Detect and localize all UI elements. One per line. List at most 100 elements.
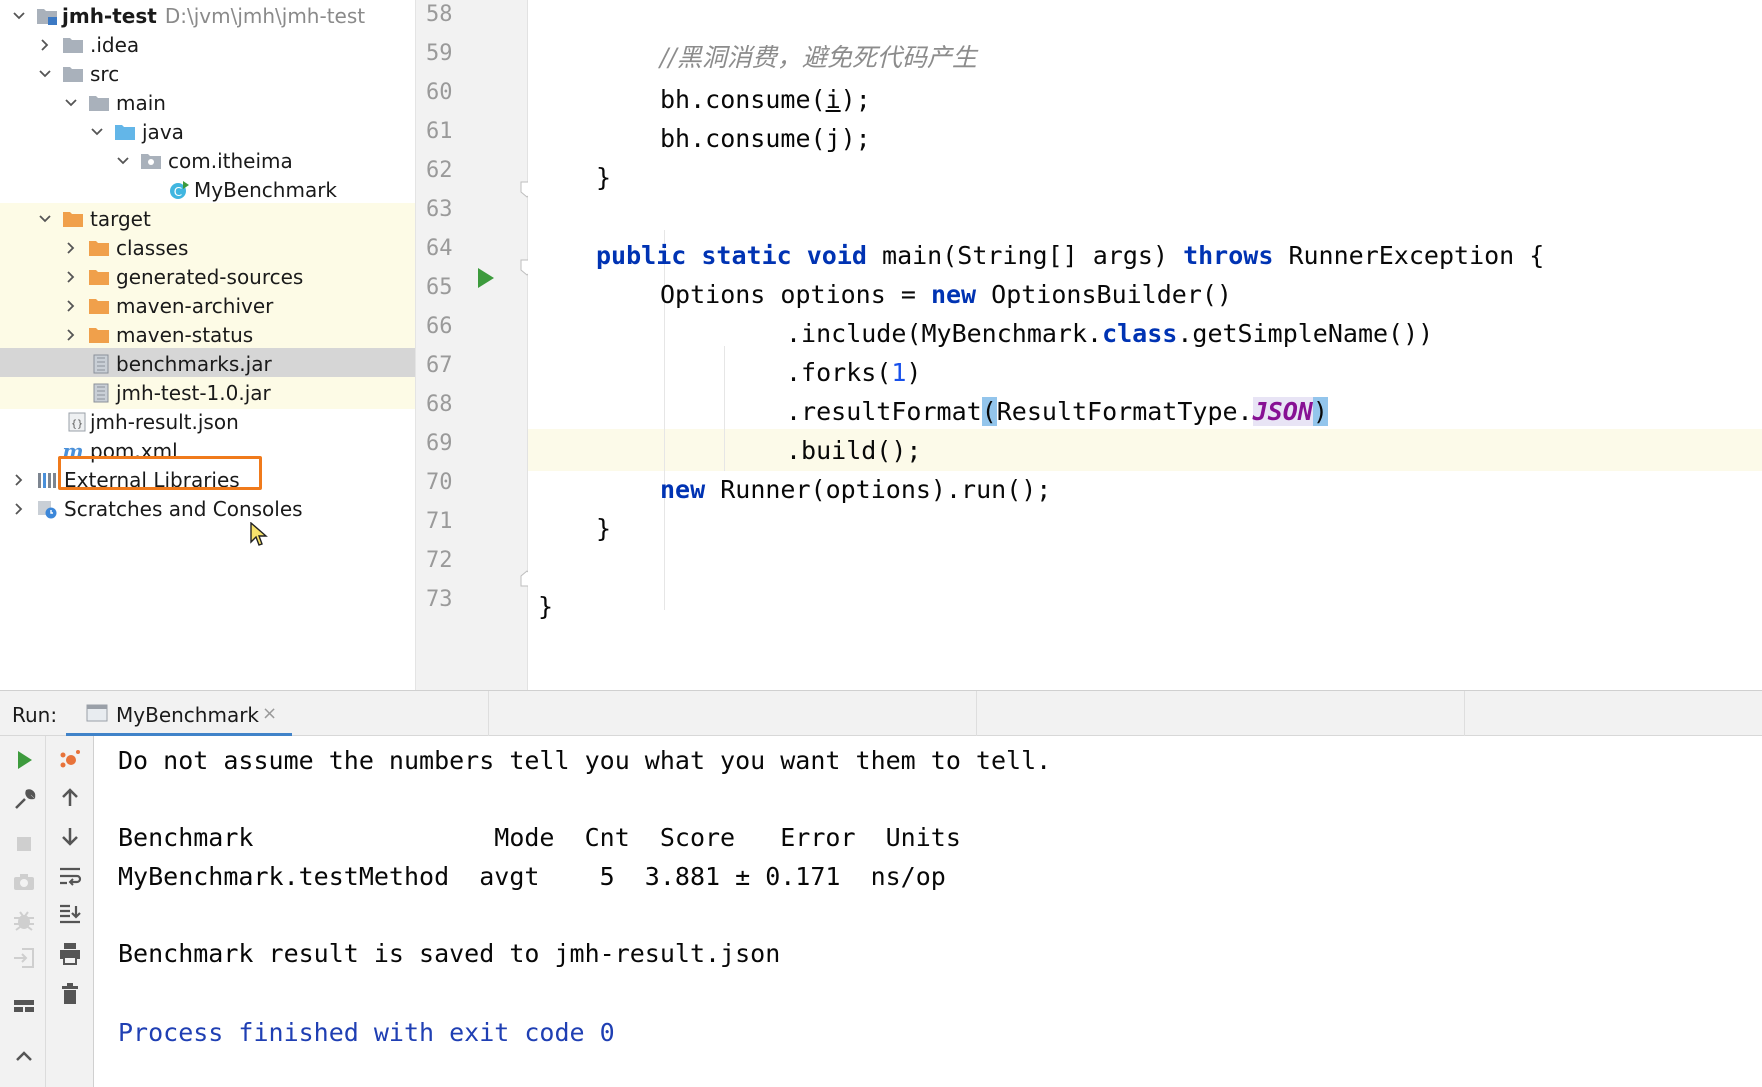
project-tool-window: jmh-test D:\jvm\jmh\jmh-test .idea src ma… <box>0 0 416 690</box>
tree-item-maven-status[interactable]: maven-status <box>0 319 415 351</box>
close-icon[interactable]: × <box>262 703 277 724</box>
line-number: 66 <box>426 314 453 339</box>
code-line-68: .resultFormat(ResultFormatType.JSON) <box>786 392 1328 432</box>
tree-item-main[interactable]: main <box>0 87 415 119</box>
chevron-down-icon[interactable] <box>38 67 52 81</box>
console-line: Process finished with exit code 0 <box>118 1018 615 1047</box>
arrow-down-icon[interactable] <box>56 822 84 850</box>
stop-icon[interactable] <box>10 830 38 858</box>
jar-icon <box>90 354 112 374</box>
console-output[interactable]: Do not assume the numbers tell you what … <box>94 736 1762 1087</box>
code-editor[interactable]: //黑洞消费，避免死代码产生 bh.consume(i); bh.consume… <box>528 0 1762 690</box>
svg-text:{}: {} <box>71 419 83 430</box>
console-tab-icon <box>86 703 108 723</box>
tree-item-idea[interactable]: .idea <box>0 29 415 61</box>
code-token: main(String[] args) <box>882 241 1169 270</box>
tree-item-scratches[interactable]: Scratches and Consoles <box>0 493 415 525</box>
code-keyword: throws <box>1183 241 1274 270</box>
chevron-right-icon[interactable] <box>64 299 78 313</box>
arrow-up-icon[interactable] <box>56 784 84 812</box>
code-keyword: new <box>660 475 706 504</box>
tree-item-src[interactable]: src <box>0 58 415 90</box>
run-icon[interactable] <box>10 746 38 774</box>
code-enum-constant: JSON <box>1252 397 1313 426</box>
tree-item-label: jmh-test-1.0.jar <box>116 381 271 405</box>
editor-gutter: 58 59 60 61 62 63 64 65 66 67 68 69 70 7… <box>416 0 528 690</box>
code-token: i <box>825 85 841 114</box>
svg-text:C: C <box>174 185 182 199</box>
tree-item-label: Scratches and Consoles <box>64 497 303 521</box>
code-line-61: bh.consume(j); <box>660 124 871 153</box>
line-number: 59 <box>426 41 453 66</box>
code-line-69: .build(); <box>786 436 922 465</box>
code-token: RunnerException { <box>1288 241 1545 270</box>
chevron-down-icon[interactable] <box>38 212 52 226</box>
code-token: .getSimpleName()) <box>1177 319 1434 348</box>
tree-item-jmh-test[interactable]: jmh-test D:\jvm\jmh\jmh-test <box>0 0 415 32</box>
chevron-down-icon[interactable] <box>64 96 78 110</box>
soft-wrap-icon[interactable] <box>56 862 84 890</box>
run-tab-mybenchmark[interactable]: MyBenchmark × <box>66 691 292 737</box>
line-number: 73 <box>426 587 453 612</box>
chevron-right-icon[interactable] <box>38 38 52 52</box>
rerun-failed-icon[interactable] <box>56 746 84 774</box>
code-keyword: void <box>806 241 867 270</box>
folder-icon <box>88 238 110 258</box>
run-tab-label: MyBenchmark <box>116 703 260 727</box>
tree-item-label: generated-sources <box>116 265 304 289</box>
console-line: MyBenchmark.testMethod avgt 5 3.881 ± 0.… <box>118 862 946 891</box>
chevron-right-icon[interactable] <box>64 241 78 255</box>
console-line: Benchmark Mode Cnt Score Error Units <box>118 823 961 852</box>
trash-icon[interactable] <box>56 980 84 1008</box>
code-line-66: .include(MyBenchmark.class.getSimpleName… <box>786 314 1433 354</box>
chevron-down-icon[interactable] <box>90 125 104 139</box>
folder-icon <box>88 93 110 113</box>
tree-item-jmh-result-json[interactable]: {} jmh-result.json <box>0 406 415 438</box>
annotation-highlight-box <box>58 456 262 490</box>
line-number: 68 <box>426 392 453 417</box>
tree-item-label: target <box>90 207 151 231</box>
code-line-64: public static void main(String[] args) t… <box>596 236 1544 276</box>
tree-item-jmh-test-jar[interactable]: jmh-test-1.0.jar <box>0 377 415 409</box>
tree-item-package[interactable]: com.itheima <box>0 145 415 177</box>
code-comment: //黑洞消费，避免死代码产生 <box>660 43 977 72</box>
debug-icon[interactable] <box>10 906 38 934</box>
folder-icon <box>62 35 84 55</box>
code-token: ResultFormatType. <box>996 397 1253 426</box>
tree-item-benchmarks-jar[interactable]: benchmarks.jar <box>0 348 415 380</box>
folder-icon <box>88 296 110 316</box>
layout-icon[interactable] <box>10 992 38 1020</box>
code-line-71: } <box>596 514 612 543</box>
run-gutter-icon[interactable] <box>478 268 494 288</box>
code-token: .forks( <box>786 358 892 387</box>
scroll-to-end-icon[interactable] <box>56 900 84 928</box>
package-icon <box>140 151 162 171</box>
tree-item-maven-archiver[interactable]: maven-archiver <box>0 290 415 322</box>
tree-item-mybenchmark[interactable]: C MyBenchmark <box>0 174 415 206</box>
tree-item-classes[interactable]: classes <box>0 232 415 264</box>
chevron-right-icon[interactable] <box>64 270 78 284</box>
line-number: 64 <box>426 236 453 261</box>
chevron-right-icon[interactable] <box>12 473 26 487</box>
camera-icon[interactable] <box>10 868 38 896</box>
collapse-icon[interactable] <box>10 1040 38 1068</box>
line-number: 60 <box>426 80 453 105</box>
chevron-down-icon[interactable] <box>12 9 26 23</box>
code-token: Runner(options).run(); <box>720 475 1052 504</box>
chevron-down-icon[interactable] <box>116 154 130 168</box>
exit-icon[interactable] <box>10 944 38 972</box>
code-token: OptionsBuilder() <box>991 280 1232 309</box>
run-tool-window-header: Run: MyBenchmark × <box>0 690 1762 737</box>
mouse-cursor-icon <box>250 521 268 548</box>
tree-item-target[interactable]: target <box>0 203 415 235</box>
wrench-icon[interactable] <box>10 786 38 814</box>
tab-separator <box>976 691 977 737</box>
chevron-right-icon[interactable] <box>64 328 78 342</box>
tree-item-label: classes <box>116 236 189 260</box>
line-number: 61 <box>426 119 453 144</box>
tree-item-generated-sources[interactable]: generated-sources <box>0 261 415 293</box>
run-toolbar-primary <box>0 736 46 1087</box>
print-icon[interactable] <box>56 940 84 968</box>
chevron-right-icon[interactable] <box>12 502 26 516</box>
tree-item-java[interactable]: java <box>0 116 415 148</box>
